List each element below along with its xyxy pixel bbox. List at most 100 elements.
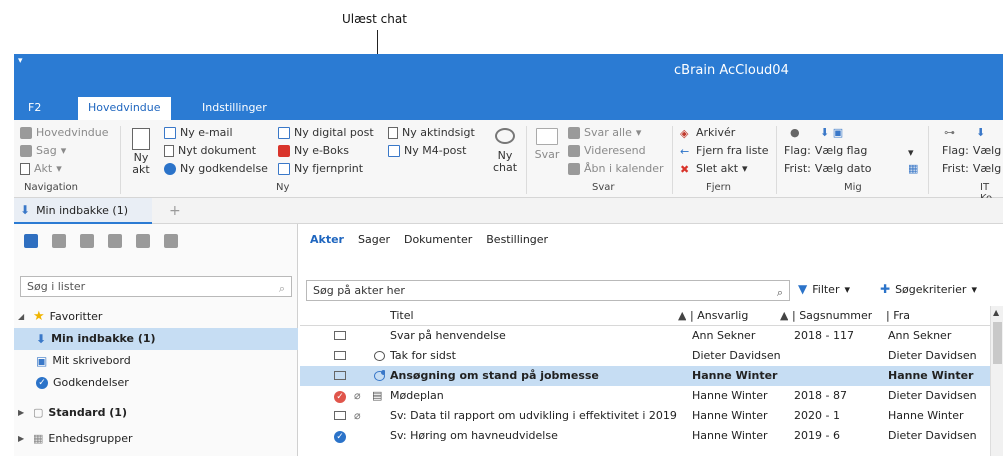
application-window: ▾ cBrain AcCloud04 F2 Hovedvindue Indsti…: [14, 54, 1003, 456]
vertical-scrollbar[interactable]: ▲: [990, 306, 1003, 456]
tree-min-indbakke[interactable]: ⬇ Min indbakke (1): [14, 328, 298, 350]
svar-alle-button[interactable]: Svar alle ▾: [568, 126, 641, 139]
inbox-icon[interactable]: ⬇ ▣: [820, 126, 843, 139]
slet-akt-button[interactable]: ✖ Slet akt ▾: [680, 162, 748, 176]
aabn-i-kalender-button[interactable]: Åbn i kalender: [568, 162, 664, 175]
document-list-icon[interactable]: [24, 234, 38, 248]
approval-check-icon: ✓: [36, 377, 48, 389]
cell-ansvarlig: Hanne Winter: [692, 409, 768, 422]
tab-dokumenter[interactable]: Dokumenter: [404, 233, 472, 246]
tree-favoritter[interactable]: ◢ ★ Favoritter: [14, 306, 298, 328]
reply-envelope-icon: [536, 128, 558, 145]
it-flag-field[interactable]: Flag: Vælg: [942, 144, 1001, 157]
it-inbox-icon[interactable]: ⬇: [976, 126, 985, 139]
table-row[interactable]: Svar på henvendelse Ann Sekner 2018 - 117 A…: [300, 326, 1000, 346]
blue-check-icon: ✓: [334, 431, 346, 443]
ny-aktindsigt-button[interactable]: Ny aktindsigt: [388, 126, 475, 139]
ny-chat-button[interactable]: Ny chat: [490, 128, 520, 174]
column-header-ansvarlig[interactable]: | Ansvarlig: [690, 306, 748, 326]
cell-titel: Ansøgning om stand på jobmesse: [390, 369, 599, 382]
tree-mit-skrivebord[interactable]: ▣ Mit skrivebord: [14, 350, 298, 372]
tab-sager[interactable]: Sager: [358, 233, 390, 246]
sort-ascending-icon[interactable]: ▲: [678, 306, 686, 326]
mig-frist-field[interactable]: Frist: Vælg dato: [784, 162, 872, 175]
table-row[interactable]: Ansøgning om stand på jobmesse Hanne Wint…: [300, 366, 1000, 386]
org-tree-icon[interactable]: [52, 234, 66, 248]
tree-godkendelser[interactable]: ✓ Godkendelser: [14, 372, 298, 394]
tab-akter[interactable]: Akter: [310, 233, 344, 246]
arrow-left-icon: ←: [680, 144, 690, 158]
search-icon[interactable]: ⌕: [777, 283, 783, 302]
nav-hovedvindue-button[interactable]: Hovedvindue: [20, 126, 109, 139]
nyt-dokument-button[interactable]: Nyt dokument: [164, 144, 256, 157]
akter-search-input[interactable]: Søg på akter her ⌕: [306, 280, 790, 301]
column-header-fra[interactable]: | Fra: [886, 306, 910, 326]
tab-bestillinger[interactable]: Bestillinger: [486, 233, 548, 246]
expand-arrow-icon[interactable]: ▶: [18, 428, 28, 450]
tab-min-indbakke[interactable]: ⬇ Min indbakke (1): [14, 198, 152, 224]
folder-tree: ◢ ★ Favoritter ⬇ Min indbakke (1) ▣ Mit skri…: [14, 306, 298, 450]
folder-stack-icon[interactable]: [164, 234, 178, 248]
tab-indstillinger[interactable]: Indstillinger: [192, 97, 277, 120]
tree-enhedsgrupper[interactable]: ▶ ▦ Enhedsgrupper: [14, 428, 298, 450]
ny-akt-button[interactable]: Ny akt: [126, 128, 156, 176]
filter-button[interactable]: ▼ Filter ▾: [798, 282, 850, 296]
list-search-input[interactable]: Søg i lister ⌕: [20, 276, 292, 297]
cell-sagsnummer: 2018 - 117: [794, 329, 854, 342]
group-fjern-label: Fjern: [706, 182, 731, 193]
ny-godkendelse-button[interactable]: Ny godkendelse: [164, 162, 268, 175]
ny-email-button[interactable]: Ny e-mail: [164, 126, 233, 139]
ny-m4-post-button[interactable]: Ny M4-post: [388, 144, 466, 157]
scroll-thumb[interactable]: [993, 322, 1002, 364]
nav-akt-button[interactable]: Akt ▾: [20, 162, 62, 175]
collapse-arrow-icon[interactable]: ◢: [18, 306, 28, 328]
cell-titel: Sv: Data til rapport om udvikling i effe…: [390, 409, 677, 422]
navigation-pane: Søg i lister ⌕ ◢ ★ Favoritter ⬇ Min indbakk…: [14, 224, 298, 456]
list-icon[interactable]: [80, 234, 94, 248]
expand-arrow-icon[interactable]: ▶: [18, 402, 28, 424]
it-icon[interactable]: ⊶: [944, 126, 955, 139]
table-row[interactable]: ✓ Sv: Høring om havneudvidelse Hanne Winte…: [300, 426, 1000, 446]
tab-hovedvindue[interactable]: Hovedvindue: [78, 97, 171, 120]
svar-button[interactable]: Svar: [532, 128, 562, 161]
envelope-icon: [334, 331, 346, 340]
unread-chat-icon: [374, 370, 385, 381]
ny-fjernprint-button[interactable]: Ny fjernprint: [278, 162, 363, 175]
date-picker-icon[interactable]: ▦: [908, 162, 918, 175]
table-row[interactable]: Tak for sidst Dieter Davidsen Dieter David…: [300, 346, 1000, 366]
cabinet-icon[interactable]: [108, 234, 122, 248]
document-icon: [20, 162, 30, 175]
scroll-up-icon[interactable]: ▲: [993, 308, 999, 317]
m4-post-icon: [388, 144, 400, 157]
flag-dropdown-icon[interactable]: ▾: [908, 146, 914, 159]
fjern-fra-liste-button[interactable]: ← Fjern fra liste: [680, 144, 769, 158]
group-mig-label: Mig: [844, 182, 862, 193]
mig-flag-field[interactable]: Flag: Vælg flag: [784, 144, 867, 157]
chat-bubble-icon: [374, 351, 385, 361]
people-icon[interactable]: [136, 234, 150, 248]
chat-icon: [495, 128, 515, 144]
it-frist-field[interactable]: Frist: Vælg: [942, 162, 1001, 175]
search-criteria-button[interactable]: ✚ Søgekriterier ▾: [880, 282, 977, 296]
tab-f2[interactable]: F2: [18, 97, 51, 120]
sort-ascending-icon[interactable]: ▲: [780, 306, 788, 326]
arkiver-button[interactable]: ◈ Arkivér: [680, 126, 735, 140]
table-row[interactable]: ✓ ⌀ ▤ Mødeplan Hanne Winter 2018 - 87 Dieter D…: [300, 386, 1000, 406]
group-icon: ▦: [33, 432, 44, 445]
cell-titel: Mødeplan: [390, 389, 444, 402]
cell-fra: Dieter Davidsen: [888, 389, 977, 402]
quick-access-dropdown-icon[interactable]: ▾: [18, 56, 23, 66]
digital-post-icon: [278, 126, 290, 139]
ny-eboks-button[interactable]: Ny e-Boks: [278, 144, 349, 157]
nav-sag-button[interactable]: Sag ▾: [20, 144, 66, 157]
add-tab-icon[interactable]: +: [169, 203, 181, 219]
table-row[interactable]: ⌀ Sv: Data til rapport om udvikling i eff…: [300, 406, 1000, 426]
tree-standard[interactable]: ▶ ▢ Standard (1): [14, 402, 298, 424]
column-header-sagsnummer[interactable]: | Sagsnummer: [792, 306, 872, 326]
person-icon: ●: [790, 126, 800, 139]
search-icon[interactable]: ⌕: [279, 279, 285, 298]
column-header-titel[interactable]: Titel: [390, 306, 414, 326]
videresend-button[interactable]: Videresend: [568, 144, 646, 157]
ny-digital-post-button[interactable]: Ny digital post: [278, 126, 374, 139]
document-icon: ▤: [372, 389, 383, 402]
